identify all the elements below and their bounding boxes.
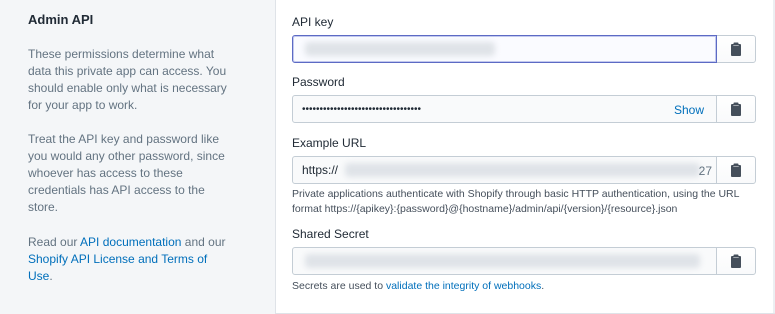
password-input[interactable]: •••••••••••••••••••••••••••••••••• Show: [292, 95, 717, 123]
example-url-field: Example URL https:// 27 Private applicat…: [292, 136, 772, 217]
api-key-field: API key: [292, 15, 772, 63]
shared-secret-help-prefix: Secrets are used to: [292, 280, 386, 292]
example-url-label: Example URL: [292, 136, 367, 150]
redacted-value: [345, 163, 700, 177]
docs-suffix: .: [49, 269, 53, 283]
shared-secret-input[interactable]: [292, 247, 717, 275]
api-key-label: API key: [292, 15, 334, 29]
example-url-input[interactable]: https:// 27: [292, 156, 717, 184]
clipboard-icon: [731, 163, 741, 177]
password-field: Password •••••••••••••••••••••••••••••••…: [292, 75, 772, 123]
docs-paragraph: Read our API documentation and our Shopi…: [28, 234, 234, 285]
clipboard-icon: [731, 42, 741, 56]
clipboard-icon: [731, 254, 741, 268]
redacted-value: [305, 42, 495, 56]
example-url-suffix: 27: [698, 164, 712, 178]
password-copy-button[interactable]: [716, 95, 756, 123]
clipboard-icon: [731, 102, 741, 116]
docs-middle: and our: [181, 235, 226, 249]
example-url-prefix: https://: [302, 163, 339, 177]
api-documentation-link[interactable]: API documentation: [80, 235, 181, 249]
section-description: Admin API These permissions determine wh…: [0, 0, 275, 314]
permissions-description: These permissions determine what data th…: [28, 47, 227, 112]
show-password-button[interactable]: Show: [674, 103, 704, 117]
password-label: Password: [292, 75, 345, 89]
redacted-value: [305, 254, 700, 268]
shared-secret-help: Secrets are used to validate the integri…: [292, 279, 762, 294]
section-title: Admin API: [28, 12, 94, 27]
api-key-input[interactable]: [292, 35, 717, 63]
docs-prefix: Read our: [28, 235, 81, 249]
license-terms-link[interactable]: Shopify API License and Terms of Use: [28, 252, 207, 283]
example-url-help: Private applications authenticate with S…: [292, 188, 740, 215]
shared-secret-help-suffix: .: [541, 280, 545, 292]
shared-secret-copy-button[interactable]: [716, 247, 756, 275]
shared-secret-field: Shared Secret Secrets are used to valida…: [292, 227, 772, 294]
credentials-card: API key Password •••••••••••••••••••••••…: [275, 0, 775, 314]
api-key-copy-button[interactable]: [716, 35, 756, 63]
password-masked-value: ••••••••••••••••••••••••••••••••••: [302, 103, 422, 115]
example-url-copy-button[interactable]: [716, 156, 756, 184]
shared-secret-label: Shared Secret: [292, 227, 369, 241]
credentials-warning: Treat the API key and password like you …: [28, 132, 225, 214]
validate-webhooks-link[interactable]: validate the integrity of webhooks: [386, 280, 541, 292]
